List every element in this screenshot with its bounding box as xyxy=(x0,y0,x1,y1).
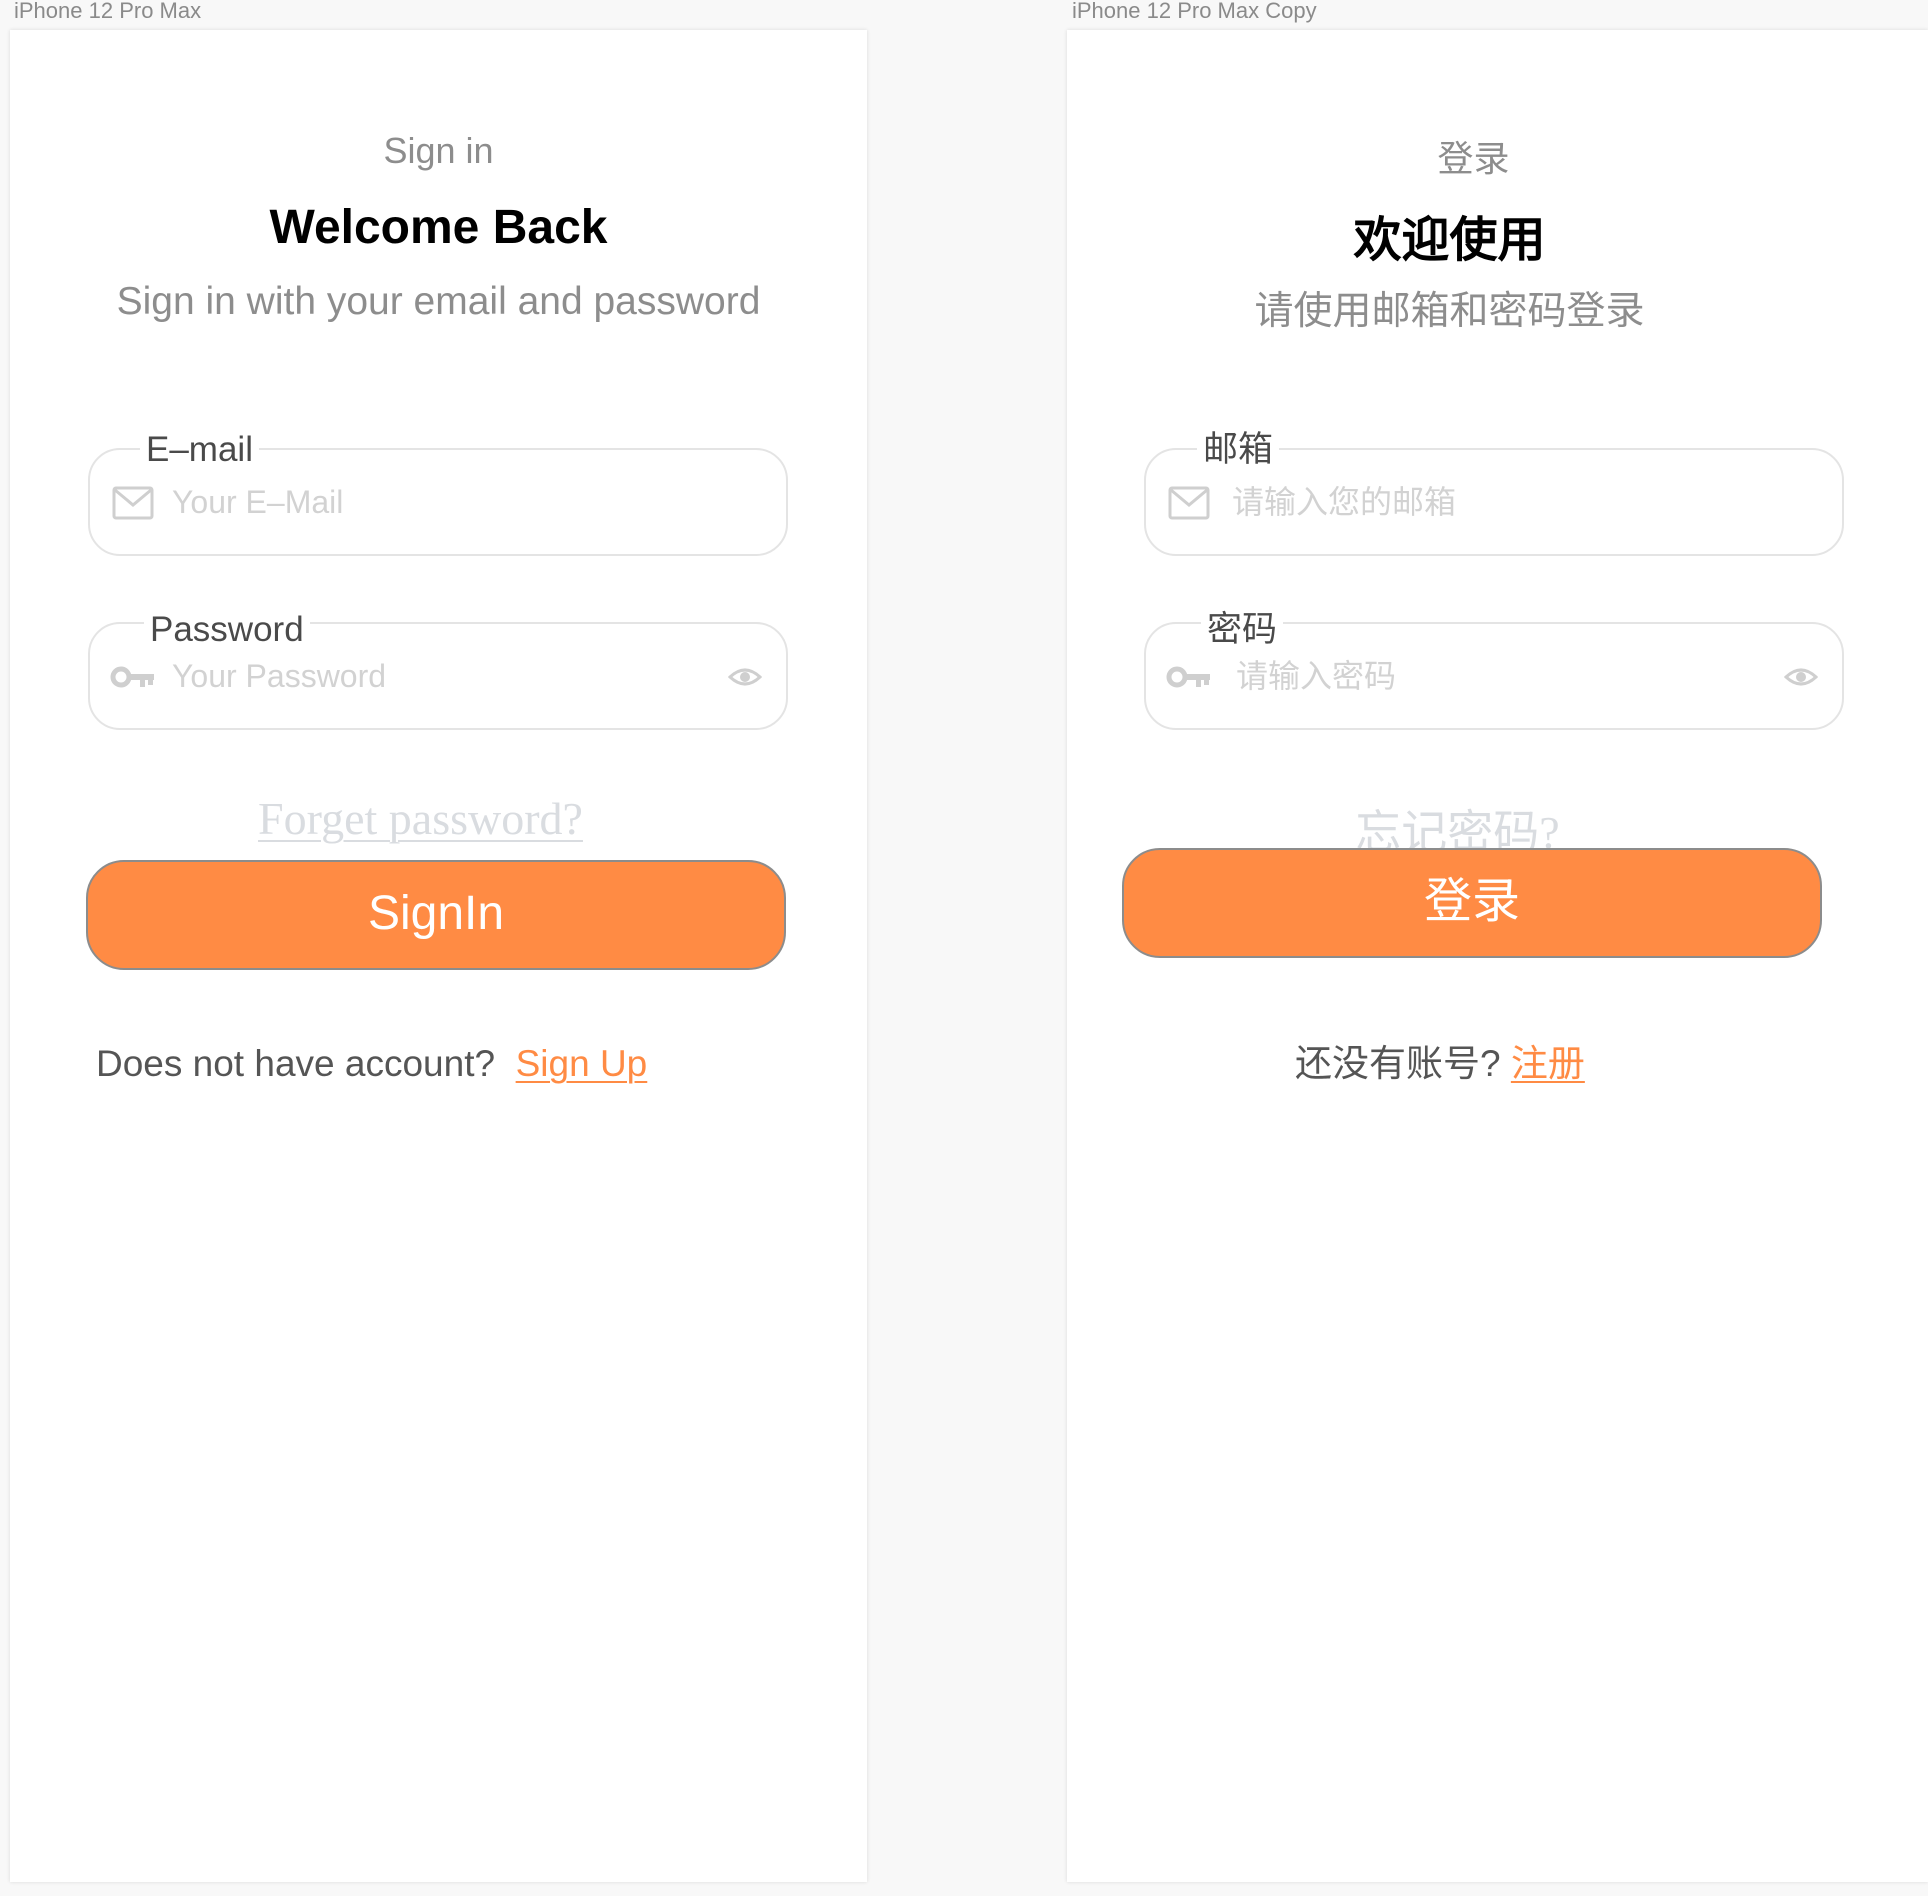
mail-icon xyxy=(112,486,154,520)
eye-icon[interactable] xyxy=(1784,666,1818,688)
password-placeholder: Your Password xyxy=(172,658,387,694)
artboard-english: Sign in Welcome Back Sign in with your e… xyxy=(10,30,867,1882)
key-icon xyxy=(1166,666,1210,688)
signin-button[interactable]: SignIn xyxy=(86,860,786,970)
forgot-password-label[interactable]: Forget password? xyxy=(258,793,583,844)
eye-icon[interactable] xyxy=(728,666,762,688)
signup-row: Does not have account? Sign Up xyxy=(96,1042,647,1086)
mail-icon xyxy=(1168,486,1210,520)
email-placeholder: Your E–Mail xyxy=(172,484,344,520)
signup-prompt: 还没有账号? xyxy=(1295,1043,1501,1084)
password-label: Password xyxy=(144,610,310,650)
page-subtitle: 请使用邮箱和密码登录 xyxy=(1254,290,1645,333)
email-label: E–mail xyxy=(140,430,259,470)
signup-link[interactable]: Sign Up xyxy=(516,1043,648,1084)
signin-button[interactable]: 登录 xyxy=(1122,848,1822,958)
artboard-chinese: 登录 欢迎使用 请使用邮箱和密码登录 请输入您的邮箱 邮箱 请输入密码 密码 忘… xyxy=(1067,30,1928,1882)
password-placeholder: 请输入密码 xyxy=(1236,658,1397,694)
page-kicker: 登录 xyxy=(1437,138,1510,179)
forgot-password-link[interactable]: Forget password? xyxy=(10,792,849,845)
password-label: 密码 xyxy=(1201,610,1284,650)
page-title: Welcome Back xyxy=(269,201,608,254)
page-subtitle: Sign in with your email and password xyxy=(116,280,761,323)
design-canvas: iPhone 12 Pro Max iPhone 12 Pro Max Copy… xyxy=(0,0,1928,1896)
email-placeholder: 请输入您的邮箱 xyxy=(1232,484,1457,520)
email-label: 邮箱 xyxy=(1197,430,1280,470)
signup-row: 还没有账号? 注册 xyxy=(1295,1042,1585,1086)
key-icon xyxy=(110,666,154,688)
frame-label-chinese: iPhone 12 Pro Max Copy xyxy=(1072,0,1317,23)
page-kicker: Sign in xyxy=(383,130,494,171)
signup-prompt: Does not have account? xyxy=(96,1043,496,1084)
signup-link[interactable]: 注册 xyxy=(1511,1043,1585,1084)
frame-label-english: iPhone 12 Pro Max xyxy=(14,0,202,23)
page-title: 欢迎使用 xyxy=(1353,214,1546,267)
